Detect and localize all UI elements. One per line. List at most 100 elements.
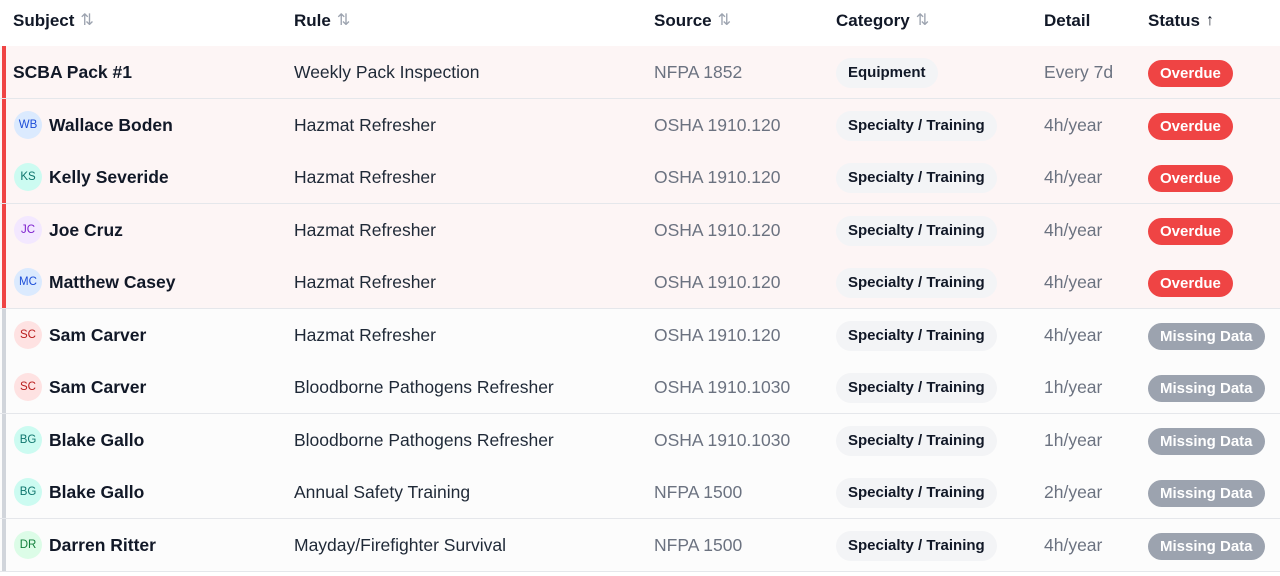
table-row[interactable]: SCBA Pack #1 Weekly Pack Inspection NFPA 1…: [0, 46, 1280, 99]
column-header-source[interactable]: Source ⇅: [654, 0, 731, 46]
column-header-rule[interactable]: Rule ⇅: [294, 0, 350, 46]
category-chip: Specialty / Training: [836, 321, 997, 352]
source-cell: OSHA 1910.120: [654, 220, 781, 240]
subject-name: Blake Gallo: [49, 430, 145, 450]
rule-cell: Hazmat Refresher: [294, 220, 436, 240]
row-status-indicator: [2, 466, 6, 518]
subject-cell[interactable]: WB Wallace Boden: [14, 99, 173, 151]
status-badge: Overdue: [1148, 269, 1233, 297]
category-cell: Specialty / Training: [836, 361, 997, 413]
row-status-indicator: [2, 256, 6, 308]
category-chip: Specialty / Training: [836, 531, 997, 562]
avatar: MC: [14, 268, 42, 296]
subject-cell[interactable]: BG Blake Gallo: [14, 466, 144, 518]
subject-name: Sam Carver: [49, 325, 147, 345]
subject-name: Darren Ritter: [49, 535, 156, 555]
rule-cell: Weekly Pack Inspection: [294, 62, 480, 82]
detail-cell: 4h/year: [1044, 272, 1103, 292]
subject-cell[interactable]: SC Sam Carver: [14, 361, 146, 413]
column-label: Category: [836, 11, 910, 30]
subject-name: Wallace Boden: [49, 115, 173, 135]
status-cell: Overdue: [1148, 151, 1233, 203]
status-cell: Overdue: [1148, 256, 1233, 308]
sort-both-icon: ⇅: [717, 12, 732, 29]
avatar: JC: [14, 216, 42, 244]
avatar: BG: [14, 426, 42, 454]
table-row[interactable]: DR Darren Ritter Mayday/Firefighter Surviv…: [0, 519, 1280, 572]
source-cell: NFPA 1500: [654, 535, 743, 555]
source-cell: OSHA 1910.120: [654, 325, 781, 345]
rule-cell: Mayday/Firefighter Survival: [294, 535, 507, 555]
subject-cell[interactable]: MC Matthew Casey: [14, 256, 175, 308]
status-badge: Missing Data: [1148, 427, 1265, 455]
row-status-indicator: [2, 46, 6, 98]
category-cell: Specialty / Training: [836, 151, 997, 203]
compliance-table: Subject ⇅ Rule ⇅ Source ⇅ Category ⇅ Detail …: [0, 0, 1280, 576]
detail-cell: 4h/year: [1044, 325, 1103, 345]
category-cell: Specialty / Training: [836, 99, 997, 151]
status-cell: Overdue: [1148, 204, 1233, 256]
status-cell: Missing Data: [1148, 309, 1265, 361]
sort-both-icon: ⇅: [336, 12, 351, 29]
category-chip: Specialty / Training: [836, 268, 997, 299]
status-badge: Overdue: [1148, 112, 1233, 140]
subject-name: Blake Gallo: [49, 482, 145, 502]
status-badge: Missing Data: [1148, 322, 1265, 350]
category-cell: Specialty / Training: [836, 519, 997, 571]
sort-both-icon: ⇅: [915, 12, 930, 29]
detail-cell: Every 7d: [1044, 62, 1114, 82]
row-status-indicator: [2, 151, 6, 203]
status-badge: Overdue: [1148, 164, 1233, 192]
subject-cell[interactable]: SC Sam Carver: [14, 309, 146, 361]
avatar: BG: [14, 478, 42, 506]
table-row[interactable]: KS Kelly Severide Hazmat Refresher OSHA 191…: [0, 151, 1280, 204]
column-header-subject[interactable]: Subject ⇅: [13, 0, 94, 46]
sort-both-icon: ⇅: [80, 12, 94, 29]
status-badge: Missing Data: [1148, 532, 1265, 560]
table-row[interactable]: SC Sam Carver Hazmat Refresher OSHA 1910.12…: [0, 309, 1280, 362]
subject-name: Kelly Severide: [49, 167, 169, 187]
table-row[interactable]: WB Wallace Boden Hazmat Refresher OSHA 1910…: [0, 99, 1280, 152]
subject-name: Joe Cruz: [49, 220, 123, 240]
column-label: Subject: [13, 11, 75, 30]
table-row[interactable]: BG Blake Gallo Annual Safety Training NFPA …: [0, 466, 1280, 519]
subject-cell[interactable]: DR Darren Ritter: [14, 519, 156, 571]
rule-cell: Bloodborne Pathogens Refresher: [294, 377, 554, 397]
table-row[interactable]: BG Blake Gallo Bloodborne Pathogens Refres…: [0, 414, 1280, 467]
subject-cell[interactable]: JC Joe Cruz: [14, 204, 123, 256]
source-cell: NFPA 1852: [654, 62, 743, 82]
avatar: SC: [14, 321, 42, 349]
source-cell: OSHA 1910.120: [654, 115, 781, 135]
table-header: Subject ⇅ Rule ⇅ Source ⇅ Category ⇅ Detail …: [0, 0, 1280, 47]
detail-cell: 4h/year: [1044, 535, 1103, 555]
avatar: KS: [14, 163, 42, 191]
rule-cell: Hazmat Refresher: [294, 167, 436, 187]
avatar: WB: [14, 111, 42, 139]
table-row[interactable]: SC Sam Carver Bloodborne Pathogens Refresh…: [0, 361, 1280, 414]
category-cell: Specialty / Training: [836, 256, 997, 308]
detail-cell: 1h/year: [1044, 430, 1103, 450]
category-chip: Equipment: [836, 58, 938, 89]
subject-name: Sam Carver: [49, 377, 147, 397]
detail-cell: 1h/year: [1044, 377, 1103, 397]
status-badge: Missing Data: [1148, 479, 1265, 507]
column-label: Source: [654, 11, 712, 30]
rule-cell: Bloodborne Pathogens Refresher: [294, 430, 554, 450]
detail-cell: 4h/year: [1044, 220, 1103, 240]
category-chip: Specialty / Training: [836, 426, 997, 457]
subject-cell[interactable]: KS Kelly Severide: [14, 151, 169, 203]
column-header-status[interactable]: Status ↑: [1148, 0, 1214, 46]
row-status-indicator: [2, 204, 6, 256]
table-row[interactable]: MC Matthew Casey Hazmat Refresher OSHA 1910…: [0, 256, 1280, 309]
rule-cell: Hazmat Refresher: [294, 115, 436, 135]
column-header-category[interactable]: Category ⇅: [836, 0, 929, 46]
subject-cell[interactable]: BG Blake Gallo: [14, 414, 144, 466]
category-chip: Specialty / Training: [836, 216, 997, 247]
subject-cell[interactable]: SCBA Pack #1: [13, 46, 132, 98]
table-row[interactable]: JC Joe Cruz Hazmat Refresher OSHA 1910.120 S…: [0, 204, 1280, 257]
category-cell: Specialty / Training: [836, 414, 997, 466]
row-status-indicator: [2, 361, 6, 413]
status-cell: Missing Data: [1148, 414, 1265, 466]
status-cell: Overdue: [1148, 99, 1233, 151]
source-cell: NFPA 1500: [654, 482, 743, 502]
